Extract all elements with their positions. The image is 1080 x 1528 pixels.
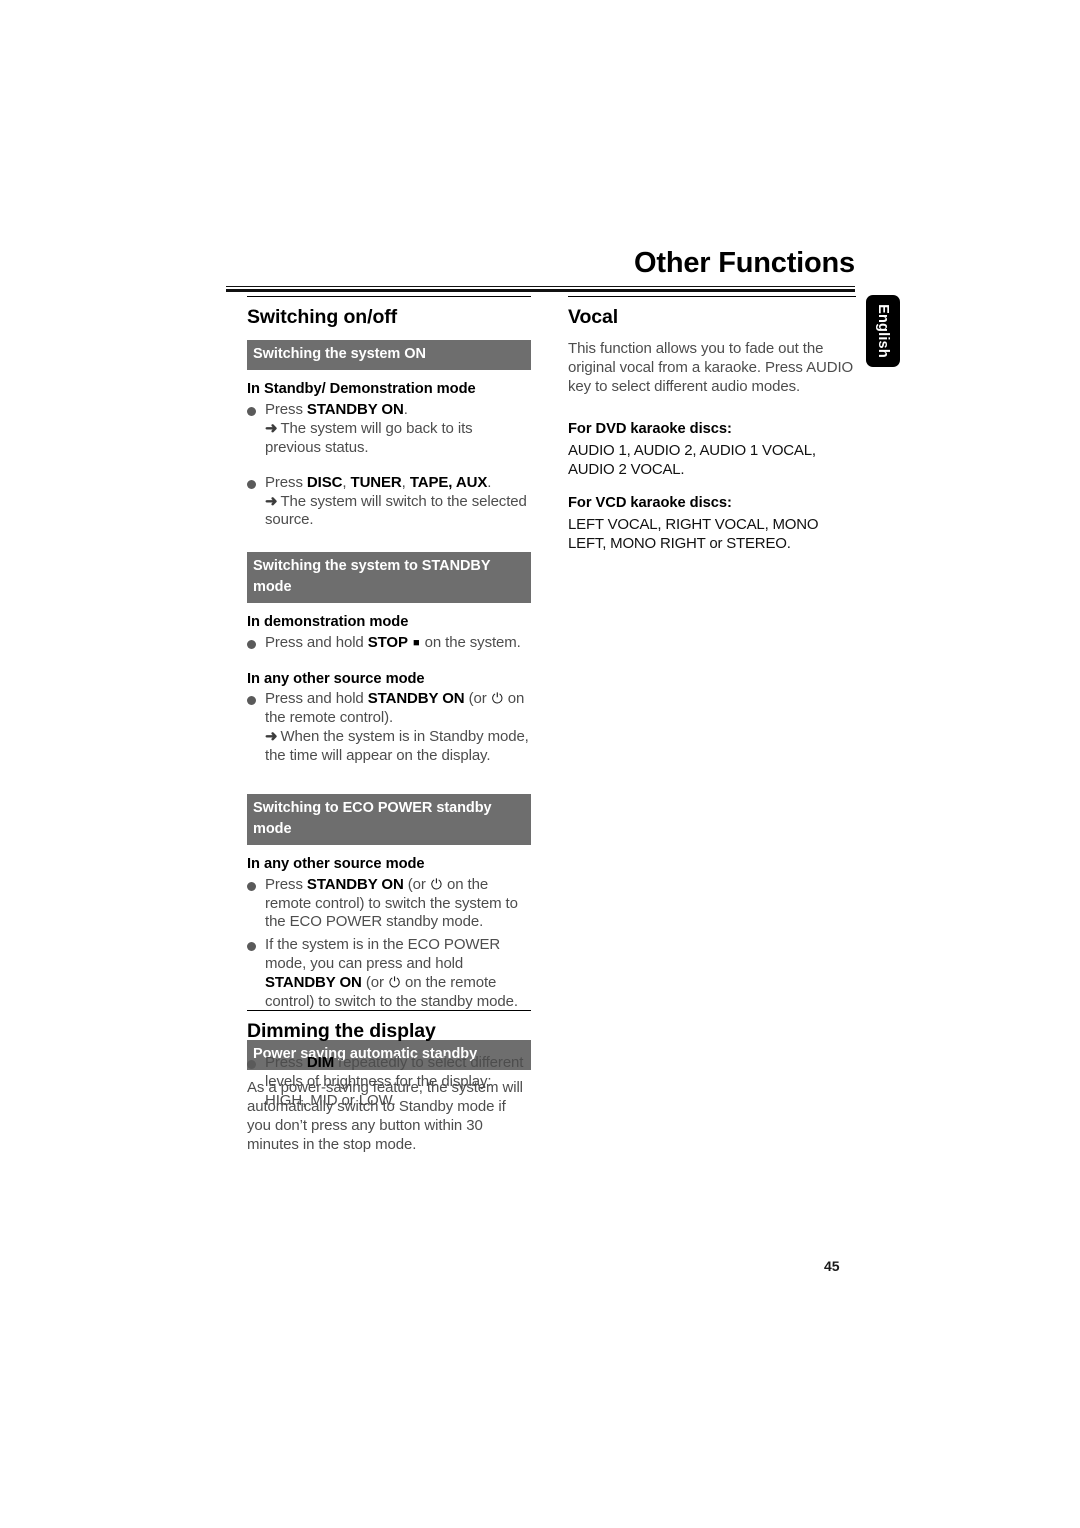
power-icon: ⏻ bbox=[491, 690, 503, 707]
item-text-prefix: Press bbox=[265, 401, 307, 419]
right-column: Vocal This function allows you to fade o… bbox=[568, 296, 856, 567]
document-page: Other Functions English Switching on/off… bbox=[0, 0, 1080, 1528]
section-title-vocal: Vocal bbox=[568, 306, 619, 328]
arrow-icon: ➜ bbox=[265, 728, 278, 746]
result-text: The system will go back to its previous … bbox=[265, 419, 473, 456]
item-text-suffix: . bbox=[403, 401, 408, 419]
bullet-icon bbox=[247, 639, 256, 649]
heading-vcd-karaoke: For VCD karaoke discs: bbox=[568, 495, 732, 512]
item-keyword-standby: STANDBY ON bbox=[367, 690, 465, 708]
text-vcd-modes: LEFT VOCAL, RIGHT VOCAL, MONO LEFT, MONO… bbox=[568, 515, 819, 552]
separator: , bbox=[342, 473, 351, 491]
subsection-bar-standby-mode: Switching the system to STANDBY mode bbox=[247, 552, 531, 604]
item-keyword-standby: STANDBY ON bbox=[265, 974, 362, 992]
bullet-icon bbox=[247, 479, 256, 489]
item-keyword: STANDBY ON bbox=[306, 401, 404, 419]
power-icon: ⏻ bbox=[430, 875, 442, 892]
list-item: Press DISC, TUNER, TAPE, AUX. ➜ The syste… bbox=[247, 474, 531, 531]
item-keyword-stop: STOP bbox=[367, 633, 408, 651]
language-tab: English bbox=[866, 295, 900, 367]
section-divider bbox=[247, 296, 531, 297]
result-line: ➜ The system will go back to its previous… bbox=[265, 420, 531, 458]
power-icon: ⏻ bbox=[388, 974, 400, 991]
subsection-bar-system-on: Switching the system ON bbox=[247, 340, 531, 371]
language-tab-label: English bbox=[875, 304, 891, 358]
heading-dvd-karaoke: For DVD karaoke discs: bbox=[568, 421, 732, 438]
bullet-icon bbox=[247, 942, 256, 952]
bullet-icon bbox=[247, 407, 256, 417]
heading-other-source-mode-1: In any other source mode bbox=[247, 670, 425, 687]
bullet-icon bbox=[247, 1060, 256, 1070]
list-item: Press DIM repeatedly to select different… bbox=[247, 1054, 531, 1111]
result-text: When the system is in Standby mode, the … bbox=[265, 728, 529, 765]
item-text-prefix: Press and hold bbox=[265, 690, 368, 708]
text-dvd-modes: AUDIO 1, AUDIO 2, AUDIO 1 VOCAL, AUDIO 2… bbox=[568, 441, 816, 478]
item-keyword-dim: DIM bbox=[306, 1054, 335, 1072]
list-item: Press STANDBY ON. ➜ The system will go ba… bbox=[247, 401, 531, 458]
heading-other-source-mode-2: In any other source mode bbox=[247, 856, 425, 873]
page-number: 45 bbox=[824, 1258, 840, 1274]
heading-demo-mode: In demonstration mode bbox=[247, 614, 409, 631]
item-text-prefix: Press bbox=[265, 875, 307, 893]
bullet-icon bbox=[247, 881, 256, 891]
item-text-prefix: Press and hold bbox=[265, 633, 368, 651]
item-text-prefix: Press bbox=[265, 1054, 307, 1072]
item-text-suffix: . bbox=[487, 473, 492, 491]
list-item: If the system is in the ECO POWER mode, … bbox=[247, 936, 531, 1012]
stop-icon: ■ bbox=[412, 636, 420, 649]
result-text: The system will switch to the selected s… bbox=[265, 492, 527, 529]
item-text-mid: (or bbox=[464, 690, 487, 708]
item-text-prefix: Press bbox=[265, 473, 307, 491]
item-text-prefix: If the system is in the ECO POWER mode, … bbox=[265, 936, 501, 973]
item-keyword-standby: STANDBY ON bbox=[306, 875, 404, 893]
item-keyword-tape-aux: TAPE, AUX bbox=[409, 473, 488, 491]
section-title-switching: Switching on/off bbox=[247, 306, 398, 328]
section-divider bbox=[247, 1010, 531, 1011]
paragraph-vocal-intro: This function allows you to fade out the… bbox=[568, 340, 854, 396]
subsection-bar-eco-power: Switching to ECO POWER standby mode bbox=[247, 794, 531, 846]
item-keyword-tuner: TUNER bbox=[350, 473, 402, 491]
item-text-mid: (or bbox=[361, 974, 384, 992]
header-divider bbox=[226, 286, 855, 292]
item-keyword-disc: DISC bbox=[306, 473, 343, 491]
item-text-mid: (or bbox=[403, 875, 426, 893]
arrow-icon: ➜ bbox=[265, 419, 278, 437]
result-line: ➜ When the system is in Standby mode, the… bbox=[265, 728, 531, 766]
list-item: Press and hold STANDBY ON (or ⏻ on the r… bbox=[247, 690, 531, 766]
dimming-section: Dimming the display Press DIM repeatedly… bbox=[247, 1010, 531, 1115]
separator: , bbox=[401, 473, 410, 491]
result-line: ➜ The system will switch to the selected … bbox=[265, 493, 531, 531]
page-title: Other Functions bbox=[634, 247, 855, 279]
list-item: Press and hold STOP ■ on the system. bbox=[247, 634, 531, 653]
section-title-dimming: Dimming the display bbox=[247, 1020, 436, 1042]
bullet-icon bbox=[247, 696, 256, 706]
section-divider bbox=[568, 296, 856, 297]
list-item: Press STANDBY ON (or ⏻ on the remote con… bbox=[247, 876, 531, 933]
item-text-suffix: on the system. bbox=[420, 633, 521, 651]
heading-standby-demo-mode: In Standby/ Demonstration mode bbox=[247, 381, 476, 398]
arrow-icon: ➜ bbox=[265, 492, 278, 510]
